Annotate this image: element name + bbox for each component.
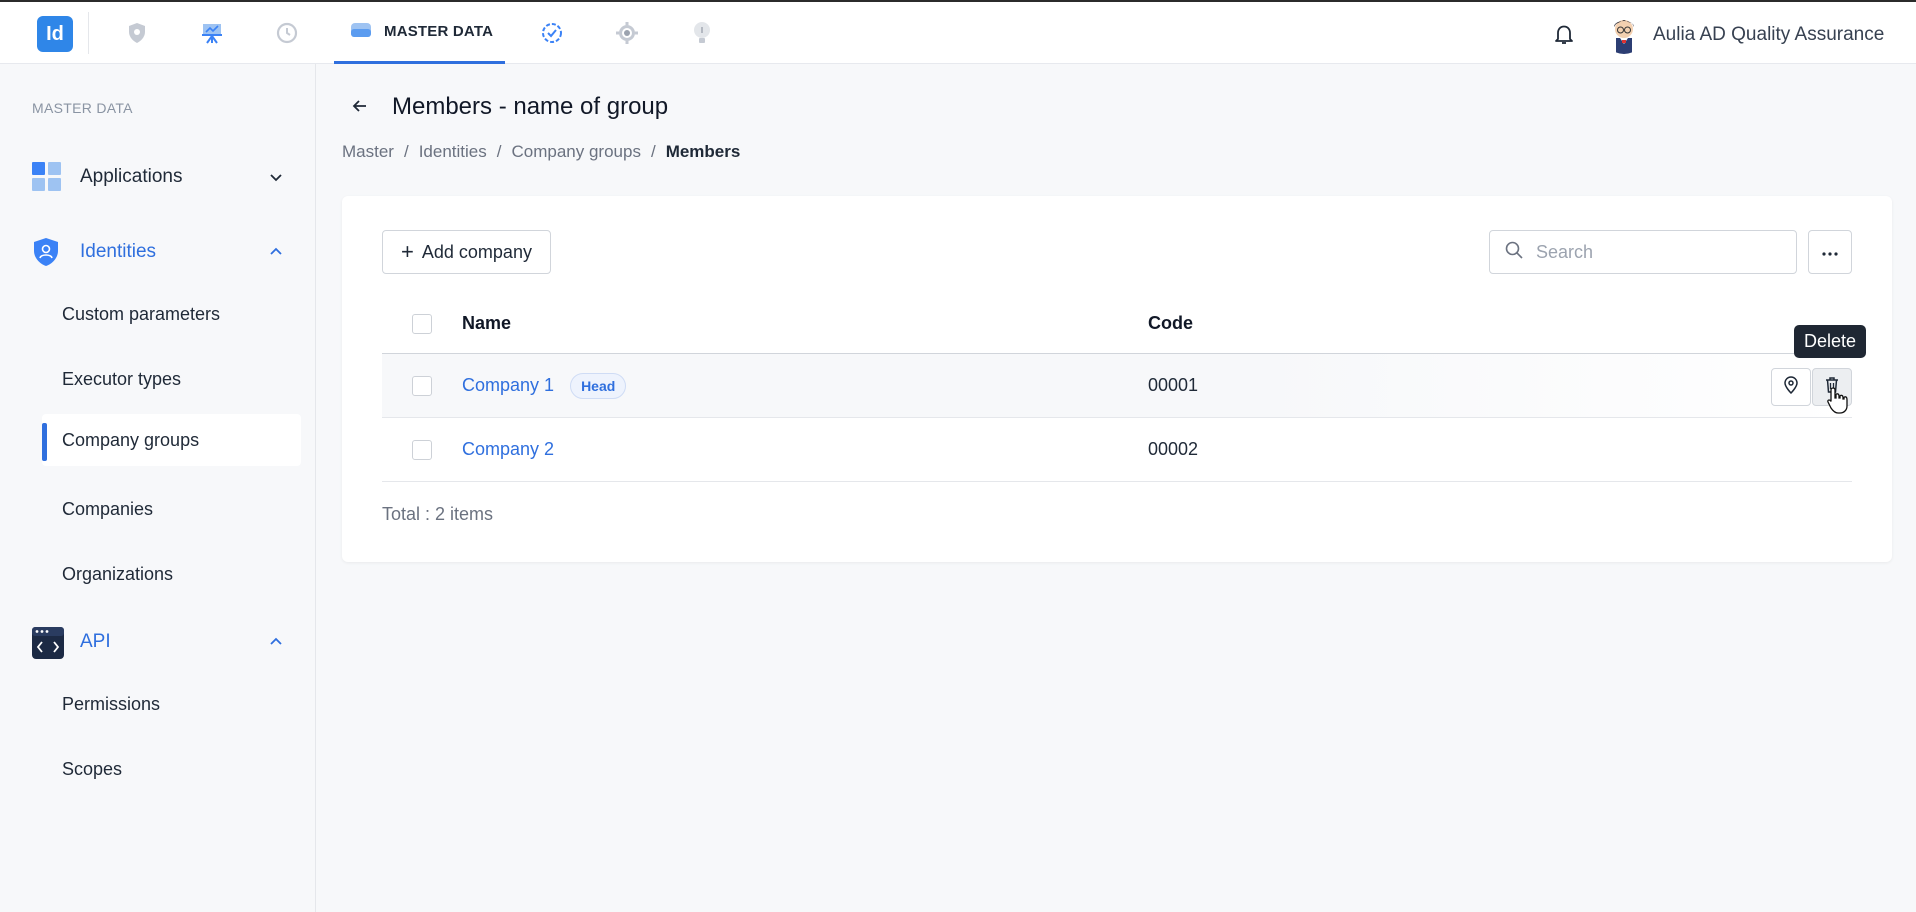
ellipsis-icon bbox=[1822, 243, 1838, 261]
avatar[interactable] bbox=[1604, 14, 1644, 54]
table-header: Name Code bbox=[382, 294, 1852, 354]
chevron-up-icon bbox=[268, 634, 284, 650]
tab-master-data-label: MASTER DATA bbox=[384, 23, 494, 40]
total-items: Total : 2 items bbox=[382, 504, 494, 524]
sidebar-item-company-groups[interactable]: Company groups bbox=[42, 414, 301, 466]
database-icon bbox=[350, 19, 372, 44]
company-link[interactable]: Company 1 bbox=[462, 375, 554, 396]
lightbulb-icon[interactable] bbox=[689, 20, 715, 46]
table-row[interactable]: Company 2 00002 bbox=[382, 418, 1852, 482]
company-code-cell: 00002 bbox=[1148, 439, 1199, 459]
breadcrumb-current: Members bbox=[665, 142, 741, 161]
sidebar-group-applications[interactable]: Applications bbox=[32, 157, 288, 197]
sidebar-item-custom-parameters[interactable]: Custom parameters bbox=[42, 288, 301, 340]
page-title: Members - name of group bbox=[392, 93, 669, 120]
sidebar: MASTER DATA Applications Identities Cust… bbox=[0, 64, 316, 912]
tab-master-data[interactable]: MASTER DATA bbox=[334, 2, 505, 64]
sidebar-group-label: API bbox=[80, 631, 111, 652]
top-navigation-bar: Id MASTER DATA Aulia AD Quality Assuranc… bbox=[0, 0, 1916, 64]
company-code-cell: 00001 bbox=[1148, 375, 1199, 395]
check-badge-icon[interactable] bbox=[539, 20, 565, 46]
user-name[interactable]: Aulia AD Quality Assurance bbox=[1653, 24, 1884, 46]
sidebar-group-identities[interactable]: Identities bbox=[32, 232, 288, 272]
hand-cursor-icon bbox=[1826, 386, 1848, 416]
add-company-button[interactable]: + Add company bbox=[382, 230, 551, 274]
sidebar-group-label: Identities bbox=[80, 241, 157, 262]
column-header-code[interactable]: Code bbox=[1148, 313, 1193, 334]
select-all-checkbox[interactable] bbox=[412, 313, 432, 334]
notification-bell-icon[interactable] bbox=[1552, 22, 1576, 46]
sidebar-section-title: MASTER DATA bbox=[32, 100, 133, 116]
sidebar-item-executor-types[interactable]: Executor types bbox=[42, 353, 301, 405]
breadcrumb-separator: / bbox=[496, 142, 502, 161]
add-company-label: Add company bbox=[421, 241, 532, 262]
sidebar-item-scopes[interactable]: Scopes bbox=[42, 743, 301, 795]
shield-user-icon bbox=[32, 237, 62, 267]
search-box[interactable] bbox=[1489, 230, 1797, 274]
row-checkbox[interactable] bbox=[412, 439, 432, 460]
gear-icon[interactable] bbox=[614, 20, 640, 46]
back-arrow-icon[interactable] bbox=[350, 96, 370, 116]
breadcrumb-link[interactable]: Identities bbox=[419, 142, 487, 162]
sidebar-item-companies[interactable]: Companies bbox=[42, 483, 301, 535]
location-pin-icon bbox=[1783, 375, 1799, 399]
breadcrumb: Master / Identities / Company groups / M… bbox=[342, 142, 740, 162]
code-window-icon bbox=[32, 627, 64, 659]
set-head-button[interactable] bbox=[1771, 368, 1811, 406]
members-table: Name Code Company 1 Head 00001 Company 2… bbox=[382, 294, 1852, 482]
row-checkbox[interactable] bbox=[412, 375, 432, 396]
sidebar-group-api[interactable]: API bbox=[32, 622, 288, 662]
chevron-up-icon bbox=[268, 244, 284, 260]
more-options-button[interactable] bbox=[1808, 230, 1852, 274]
shield-icon[interactable] bbox=[124, 20, 150, 46]
app-logo[interactable]: Id bbox=[37, 16, 73, 52]
sidebar-item-organizations[interactable]: Organizations bbox=[42, 548, 301, 600]
company-link[interactable]: Company 2 bbox=[462, 439, 554, 460]
presentation-icon[interactable] bbox=[199, 20, 225, 46]
sidebar-item-permissions[interactable]: Permissions bbox=[42, 678, 301, 730]
logo-divider bbox=[88, 12, 89, 54]
chevron-down-icon bbox=[268, 169, 284, 185]
breadcrumb-link[interactable]: Master bbox=[342, 142, 394, 162]
search-input[interactable] bbox=[1536, 241, 1776, 263]
column-header-name[interactable]: Name bbox=[462, 313, 511, 334]
table-row[interactable]: Company 1 Head 00001 bbox=[382, 354, 1852, 418]
grid-icon bbox=[32, 162, 62, 192]
company-name-cell: Company 1 Head bbox=[462, 372, 627, 399]
sidebar-group-label: Applications bbox=[80, 166, 183, 187]
search-icon bbox=[1504, 240, 1524, 265]
company-name-cell: Company 2 bbox=[462, 439, 554, 460]
delete-tooltip: Delete bbox=[1794, 325, 1867, 358]
head-badge: Head bbox=[570, 372, 627, 399]
members-card: + Add company Name Code Company 1 Head 0… bbox=[342, 196, 1892, 562]
breadcrumb-separator: / bbox=[403, 142, 409, 161]
plus-icon: + bbox=[401, 239, 414, 264]
breadcrumb-link[interactable]: Company groups bbox=[511, 142, 640, 162]
history-icon[interactable] bbox=[274, 20, 300, 46]
breadcrumb-separator: / bbox=[650, 142, 656, 161]
